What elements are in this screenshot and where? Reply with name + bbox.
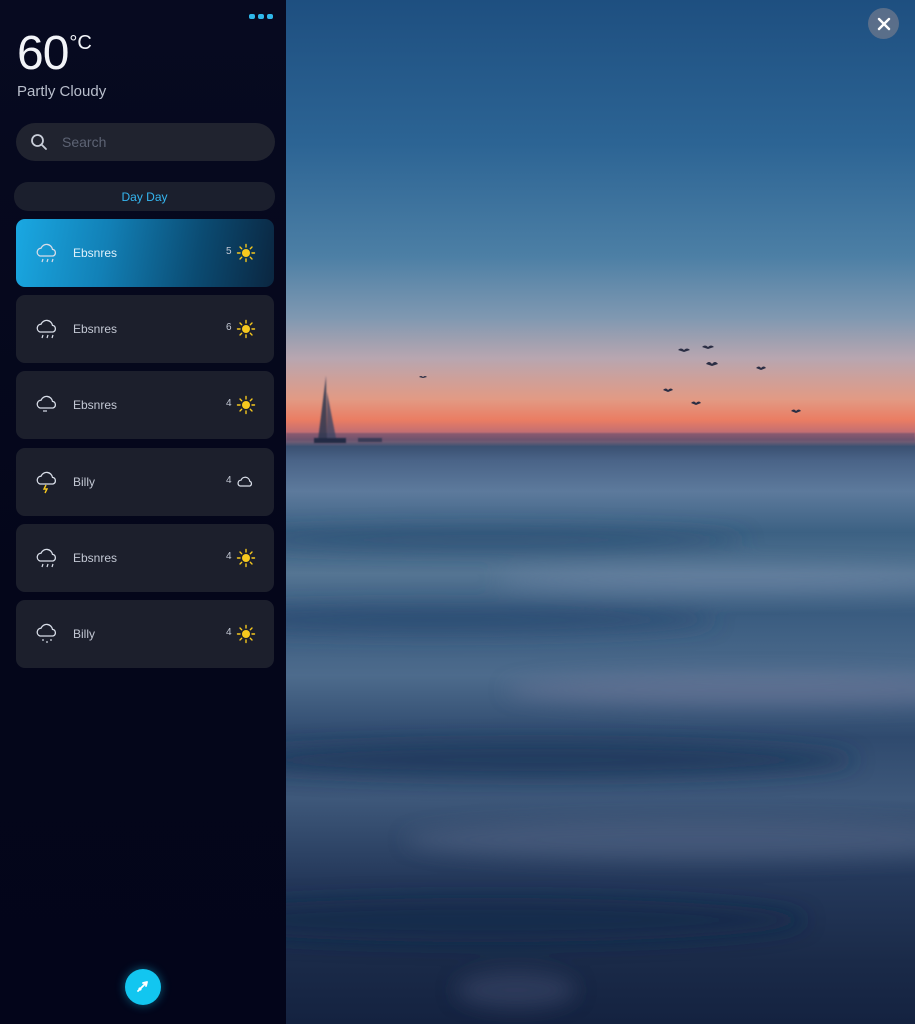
cloud-rain-icon (36, 548, 57, 568)
forecast-card-value: 4 (226, 398, 232, 409)
cloud-icon (237, 476, 253, 487)
search-icon (31, 134, 47, 150)
forecast-card[interactable]: Billy 4 (16, 448, 274, 516)
location-fab[interactable] (125, 969, 161, 1005)
sun-icon (236, 395, 256, 415)
cloud-icon (36, 395, 57, 412)
cloud-rain-icon (36, 319, 57, 339)
search-input[interactable] (62, 134, 242, 150)
forecast-card-value: 6 (226, 322, 232, 333)
sun-icon (236, 243, 256, 263)
cloud-lightning-icon (36, 471, 57, 494)
close-button[interactable] (868, 8, 899, 39)
cloud-drizzle-icon (36, 623, 57, 643)
forecast-card-value: 5 (226, 246, 232, 257)
forecast-card-label: Billy (73, 627, 96, 641)
sun-icon (236, 548, 256, 568)
sun-icon (236, 624, 256, 644)
current-temperature: 60 °C (17, 26, 92, 82)
day-filter-pill[interactable]: Day Day (14, 182, 275, 211)
temperature-value: 60 (17, 27, 69, 80)
scene-overlay (286, 345, 915, 1008)
temperature-unit: °C (69, 32, 92, 54)
forecast-card[interactable]: Ebsnres 4 (16, 524, 274, 592)
forecast-card[interactable]: Ebsnres 6 (16, 295, 274, 363)
water-ripples (286, 530, 915, 1008)
dot-3 (267, 13, 273, 19)
forecast-card-label: Ebsnres (73, 398, 118, 412)
forecast-card-label: Ebsnres (73, 551, 118, 565)
more-options-icon[interactable] (249, 11, 277, 21)
forecast-card-value: 4 (226, 475, 232, 486)
dot-1 (249, 13, 255, 19)
location-icon (137, 981, 148, 992)
sailboat (314, 376, 382, 443)
forecast-card[interactable]: Ebsnres 5 (16, 219, 274, 287)
forecast-card-value: 4 (226, 627, 232, 638)
close-icon (877, 17, 890, 30)
weather-condition: Partly Cloudy (17, 83, 107, 100)
dot-2 (258, 13, 264, 19)
weather-sidebar: 60 °C Partly Cloudy Day Day Ebsnres5Ebsn… (0, 0, 286, 1024)
forecast-card-value: 4 (226, 551, 232, 562)
forecast-card[interactable]: Billy 4 (16, 600, 274, 668)
forecast-card-label: Billy (73, 475, 96, 489)
search-bar[interactable] (16, 123, 275, 161)
sun-icon (236, 319, 256, 339)
forecast-card-label: Ebsnres (73, 246, 118, 260)
cloud-rain-icon (36, 243, 57, 263)
forecast-card-label: Ebsnres (73, 322, 118, 336)
forecast-card[interactable]: Ebsnres 4 (16, 371, 274, 439)
sunset-ocean-background (286, 0, 915, 1024)
birds (419, 345, 801, 413)
